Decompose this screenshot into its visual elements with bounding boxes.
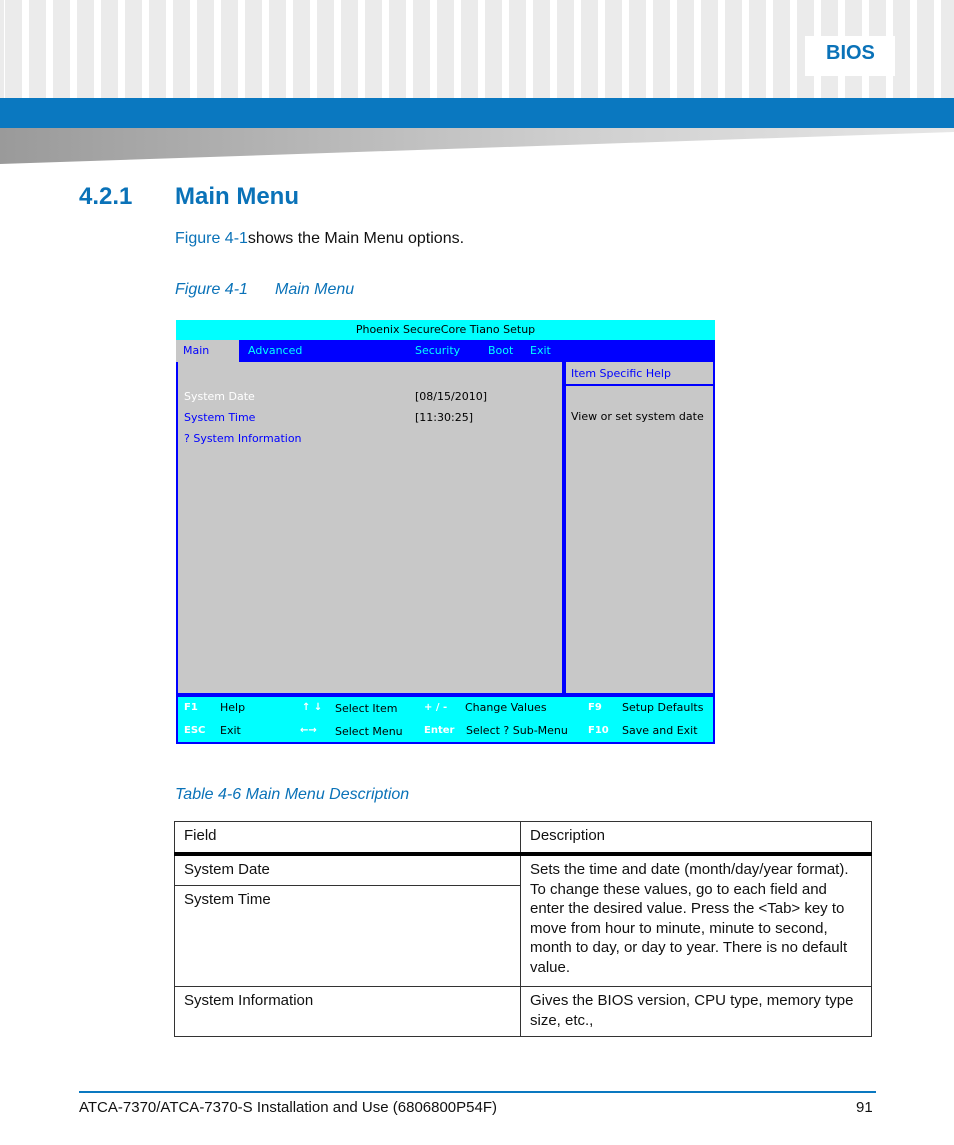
bios-menu-advanced[interactable]: Advanced (248, 340, 302, 362)
bios-key-updown-text: Select Item (335, 702, 398, 715)
bios-help-title: Item Specific Help (571, 367, 671, 380)
figure-title: Main Menu (275, 281, 355, 298)
table-cell-field: System Date (174, 853, 521, 886)
bios-key-leftright: ←→ (300, 725, 317, 736)
header-section-title: BIOS (826, 42, 875, 64)
bios-value-system-date[interactable]: [08/15/2010] (415, 390, 487, 403)
bios-title: Phoenix SecureCore Tiano Setup (176, 320, 715, 340)
table-cell-field: System Information (174, 986, 521, 1037)
main-menu-description-table: Field Description System Date Sets the t… (174, 821, 872, 1037)
bios-key-f10: F10 (588, 725, 609, 736)
header-gray-wedge (0, 128, 954, 164)
bios-screen: Phoenix SecureCore Tiano Setup Main Adva… (176, 320, 715, 744)
bios-key-f10-text: Save and Exit (622, 724, 698, 737)
bios-menu-main[interactable]: Main (176, 340, 240, 362)
bios-row-system-date[interactable]: System Date (184, 390, 255, 403)
bios-key-updown: ↑ ↓ (302, 702, 323, 713)
page-number: 91 (856, 1099, 873, 1116)
bios-key-esc: ESC (184, 725, 206, 736)
table-caption: Table 4-6 Main Menu Description (175, 786, 410, 803)
bios-key-leftright-text: Select Menu (335, 725, 403, 738)
footer-rule (79, 1091, 876, 1093)
bios-help-header: Item Specific Help (566, 362, 713, 386)
bios-key-f1: F1 (184, 702, 198, 713)
intro-paragraph: Figure 4-1shows the Main Menu options. (175, 230, 464, 248)
bios-key-plusminus-text: Change Values (465, 701, 547, 714)
table-cell-description: Gives the BIOS version, CPU type, memory… (520, 986, 872, 1037)
figure-label: Figure 4-1 (175, 281, 248, 298)
bios-key-esc-text: Exit (220, 724, 241, 737)
bios-help-text: View or set system date (571, 410, 704, 423)
bios-menu-boot[interactable]: Boot (488, 340, 513, 362)
figure-caption: Figure 4-1 Main Menu (175, 281, 354, 299)
section-title: Main Menu (175, 183, 299, 210)
bios-row-system-information[interactable]: ? System Information (184, 432, 302, 445)
bios-key-plusminus: + / - (424, 702, 448, 713)
table-row: System Information Gives the BIOS versio… (174, 986, 872, 1037)
footer-document-title: ATCA-7370/ATCA-7370-S Installation and U… (79, 1099, 498, 1116)
bios-key-f9-text: Setup Defaults (622, 701, 704, 714)
intro-text: shows the Main Menu options. (247, 230, 465, 247)
bios-help-panel: Item Specific Help View or set system da… (564, 362, 715, 695)
bios-menu-security[interactable]: Security (415, 340, 460, 362)
table-header-row: Field Description (174, 821, 872, 856)
bios-row-system-time[interactable]: System Time (184, 411, 255, 424)
bios-key-enter-text: Select ? Sub-Menu (466, 724, 568, 737)
table-header-field: Field (174, 821, 521, 856)
header-blue-bar (0, 98, 954, 128)
figure-link[interactable]: Figure 4-1 (175, 230, 248, 247)
bios-key-legend: F1 Help ESC Exit ↑ ↓ Select Item ←→ Sele… (176, 695, 715, 744)
bios-key-f1-text: Help (220, 701, 246, 714)
section-number: 4.2.1 (79, 183, 133, 210)
table-header-description: Description (520, 821, 872, 856)
table-cell-field: System Time (174, 885, 521, 987)
bios-value-system-time[interactable]: [11:30:25] (415, 411, 473, 424)
bios-menu-exit[interactable]: Exit (530, 340, 551, 362)
bios-main-panel: System Date [08/15/2010] System Time [11… (176, 362, 564, 695)
bios-menu-bar: Main Advanced Security Boot Exit (176, 340, 715, 362)
table-row: System Date Sets the time and date (mont… (174, 853, 872, 987)
table-cell-description: Sets the time and date (month/day/year f… (520, 853, 872, 987)
bios-key-f9: F9 (588, 702, 602, 713)
bios-key-enter: Enter (424, 725, 455, 736)
